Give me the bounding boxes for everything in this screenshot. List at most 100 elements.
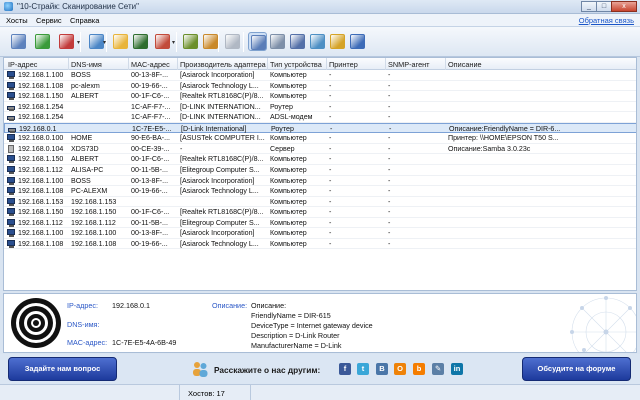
column-header[interactable]: Производитель адаптера: [180, 60, 266, 69]
open-folder-button[interactable]: [111, 32, 130, 51]
cell-snmp: -: [389, 124, 392, 133]
cell-type: Компьютер: [270, 176, 307, 185]
monitor-button[interactable]: [288, 32, 307, 51]
dropdown-arrow-icon[interactable]: ▾: [103, 39, 106, 46]
toolbar-separator: [176, 32, 177, 52]
table-row[interactable]: 192.168.1.254 1C-AF-F7-... [D-LINK INTERNA…: [4, 102, 636, 113]
battery-button[interactable]: [181, 32, 200, 51]
cell-mac: 00-1F-C6-...: [131, 92, 170, 101]
delete-host-button[interactable]: [57, 32, 76, 51]
column-divider[interactable]: [177, 58, 178, 70]
table-row[interactable]: 192.168.1.150 ALBERT 00-1F-C6-... [Realtek …: [4, 91, 636, 102]
menu-help[interactable]: Справка: [70, 16, 99, 25]
shield-button[interactable]: [328, 32, 347, 51]
column-divider[interactable]: [385, 58, 386, 70]
menu-service[interactable]: Сервис: [36, 16, 62, 25]
column-header[interactable]: SNMP-агент: [388, 60, 430, 69]
blogger-icon[interactable]: b: [413, 363, 425, 375]
hosts-table[interactable]: IP-адрес DNS-имя MAC-адрес Производитель ад…: [3, 57, 637, 291]
forum-button[interactable]: Обсудите на форуме: [522, 357, 631, 381]
computer-icon: [7, 239, 16, 248]
cell-printer: -: [329, 165, 332, 174]
column-header[interactable]: Описание: [448, 60, 482, 69]
minimize-button[interactable]: _: [581, 1, 597, 12]
cell-mac: 90-E6-BA-...: [131, 134, 171, 143]
column-header[interactable]: Тип устройства: [270, 60, 322, 69]
close-button[interactable]: x: [611, 1, 637, 12]
computer-icon: [7, 134, 16, 143]
table-row[interactable]: 192.168.1.100 BOSS 00-13-8F-... [Asiarock I…: [4, 70, 636, 81]
table-row[interactable]: 192.168.1.112 192.168.1.112 00-11-5B-... [E…: [4, 218, 636, 229]
chart-icon: [310, 34, 325, 49]
cell-dns: XDS73D: [71, 144, 99, 153]
document-button[interactable]: [268, 32, 287, 51]
cell-printer: -: [329, 92, 332, 101]
cell-ip: 192.168.1.150: [18, 208, 64, 217]
shield-icon: [330, 34, 345, 49]
cell-vendor: [Asiarock Technology L...: [180, 81, 259, 90]
column-divider[interactable]: [68, 58, 69, 70]
cell-vendor: [Realtek RTL8168C(P)/8...: [180, 155, 264, 164]
table-row[interactable]: 192.168.0.1 1C-7E-E5-... [D-Link Internati…: [4, 122, 636, 134]
settings-gear-button[interactable]: [223, 32, 242, 51]
bottom-bar: Задайте нам вопрос Расскажите о нас друг…: [0, 354, 640, 384]
table-row[interactable]: 192.168.0.104 XDS73D 00-CE-39-... - Сервер - -…: [4, 144, 636, 155]
table-row[interactable]: 192.168.1.100 BOSS 00-13-8F-... [Asiarock I…: [4, 176, 636, 187]
dropdown-arrow-icon[interactable]: ▾: [172, 39, 175, 46]
network-map-button[interactable]: [348, 32, 367, 51]
table-row[interactable]: 192.168.1.108 pc-alexm 00-19-66-... [Asiaro…: [4, 81, 636, 92]
description-label: Описание:: [212, 301, 248, 310]
column-divider[interactable]: [128, 58, 129, 70]
table-row[interactable]: 192.168.1.108 192.168.1.108 00-19-66-... [A…: [4, 239, 636, 250]
network-decoration-icon: [570, 296, 636, 352]
livejournal-icon[interactable]: ✎: [432, 363, 444, 375]
column-divider[interactable]: [445, 58, 446, 70]
menu-hosts[interactable]: Хосты: [6, 16, 28, 25]
table-row[interactable]: 192.168.1.100 192.168.1.100 00-13-8F-... [A…: [4, 228, 636, 239]
table-row[interactable]: 192.168.1.112 ALISA-PC 00-11-5B-... [Eliteg…: [4, 165, 636, 176]
maximize-button[interactable]: □: [596, 1, 612, 12]
cell-ip: 192.168.0.104: [18, 144, 64, 153]
cell-snmp: -: [388, 208, 391, 217]
add-host-button[interactable]: [33, 32, 52, 51]
server-icon: [7, 144, 16, 153]
table-row[interactable]: 192.168.1.153 192.168.1.153 Компьютер - -: [4, 197, 636, 208]
column-header[interactable]: DNS-имя: [71, 60, 102, 69]
scan-network-button[interactable]: [9, 32, 28, 51]
cell-ip: 192.168.1.112: [18, 165, 63, 174]
cell-type: Компьютер: [270, 134, 307, 143]
details-view-button[interactable]: [248, 32, 267, 51]
menu-bar: Хосты Сервис Справка Обратная связь: [0, 14, 640, 27]
terminal-button[interactable]: [131, 32, 150, 51]
facebook-icon[interactable]: f: [339, 363, 351, 375]
feedback-link[interactable]: Обратная связь: [579, 16, 634, 25]
ask-question-button[interactable]: Задайте нам вопрос: [8, 357, 117, 381]
toolbar: ▾ ▾ ▾: [0, 27, 640, 57]
toolbar-separator: [218, 32, 219, 52]
cell-vendor: [D-Link International]: [181, 124, 247, 133]
table-row[interactable]: 192.168.1.150 192.168.1.150 00-1F-C6-... [R…: [4, 207, 636, 218]
table-row[interactable]: 192.168.1.108 PC-ALEXM 00-19-66-... [Asiaro…: [4, 186, 636, 197]
column-header[interactable]: Принтер: [329, 60, 358, 69]
vkontakte-icon[interactable]: В: [376, 363, 388, 375]
dropdown-arrow-icon[interactable]: ▾: [77, 39, 80, 46]
column-header[interactable]: MAC-адрес: [131, 60, 170, 69]
column-divider[interactable]: [326, 58, 327, 70]
cell-type: ADSL-модем: [270, 113, 313, 122]
column-divider[interactable]: [267, 58, 268, 70]
table-row[interactable]: 192.168.1.150 ALBERT 00-1F-C6-... [Realtek …: [4, 154, 636, 165]
table-row[interactable]: 192.168.0.100 HOME 90-E6-BA-... [ASUSTek CO…: [4, 133, 636, 144]
table-row[interactable]: 192.168.1.254 1C-AF-F7-... [D-LINK INTERNA…: [4, 112, 636, 123]
network-map-icon: [350, 34, 365, 49]
odnoklassniki-icon[interactable]: О: [394, 363, 406, 375]
cell-type: Роутер: [270, 102, 293, 111]
tools-button[interactable]: [153, 32, 172, 51]
cell-mac: 1C-AF-F7-...: [131, 113, 171, 122]
network-icon: [89, 34, 104, 49]
column-header[interactable]: IP-адрес: [8, 60, 37, 69]
chart-button[interactable]: [308, 32, 327, 51]
linkedin-icon[interactable]: in: [451, 363, 463, 375]
cell-vendor: [Realtek RTL8168C(P)/8...: [180, 92, 264, 101]
cell-mac: 00-CE-39-...: [131, 144, 170, 153]
twitter-icon[interactable]: t: [357, 363, 369, 375]
